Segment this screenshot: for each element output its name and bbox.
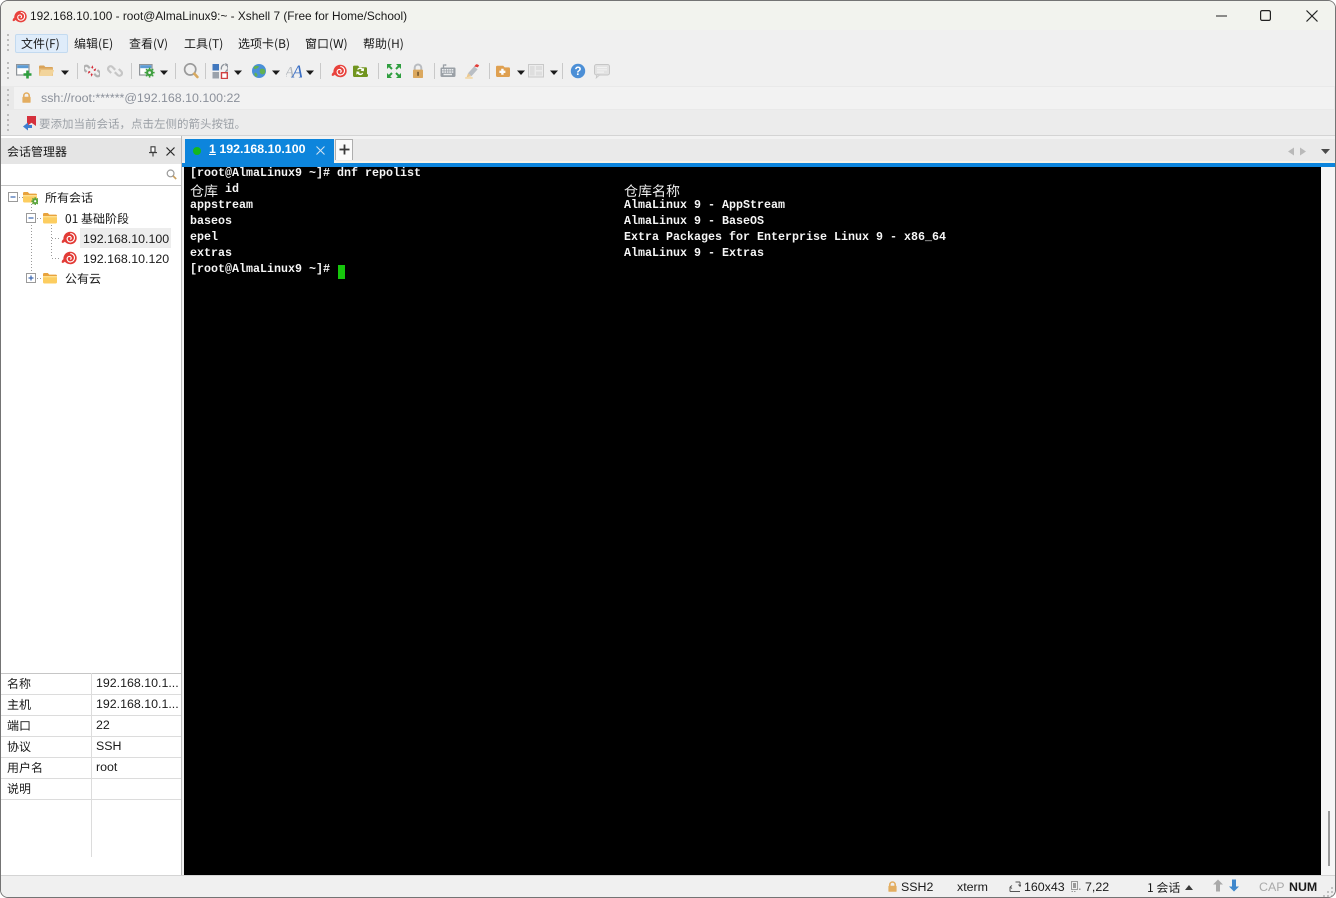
svg-text:?: ? xyxy=(574,66,581,78)
svg-text:A: A xyxy=(291,63,302,79)
